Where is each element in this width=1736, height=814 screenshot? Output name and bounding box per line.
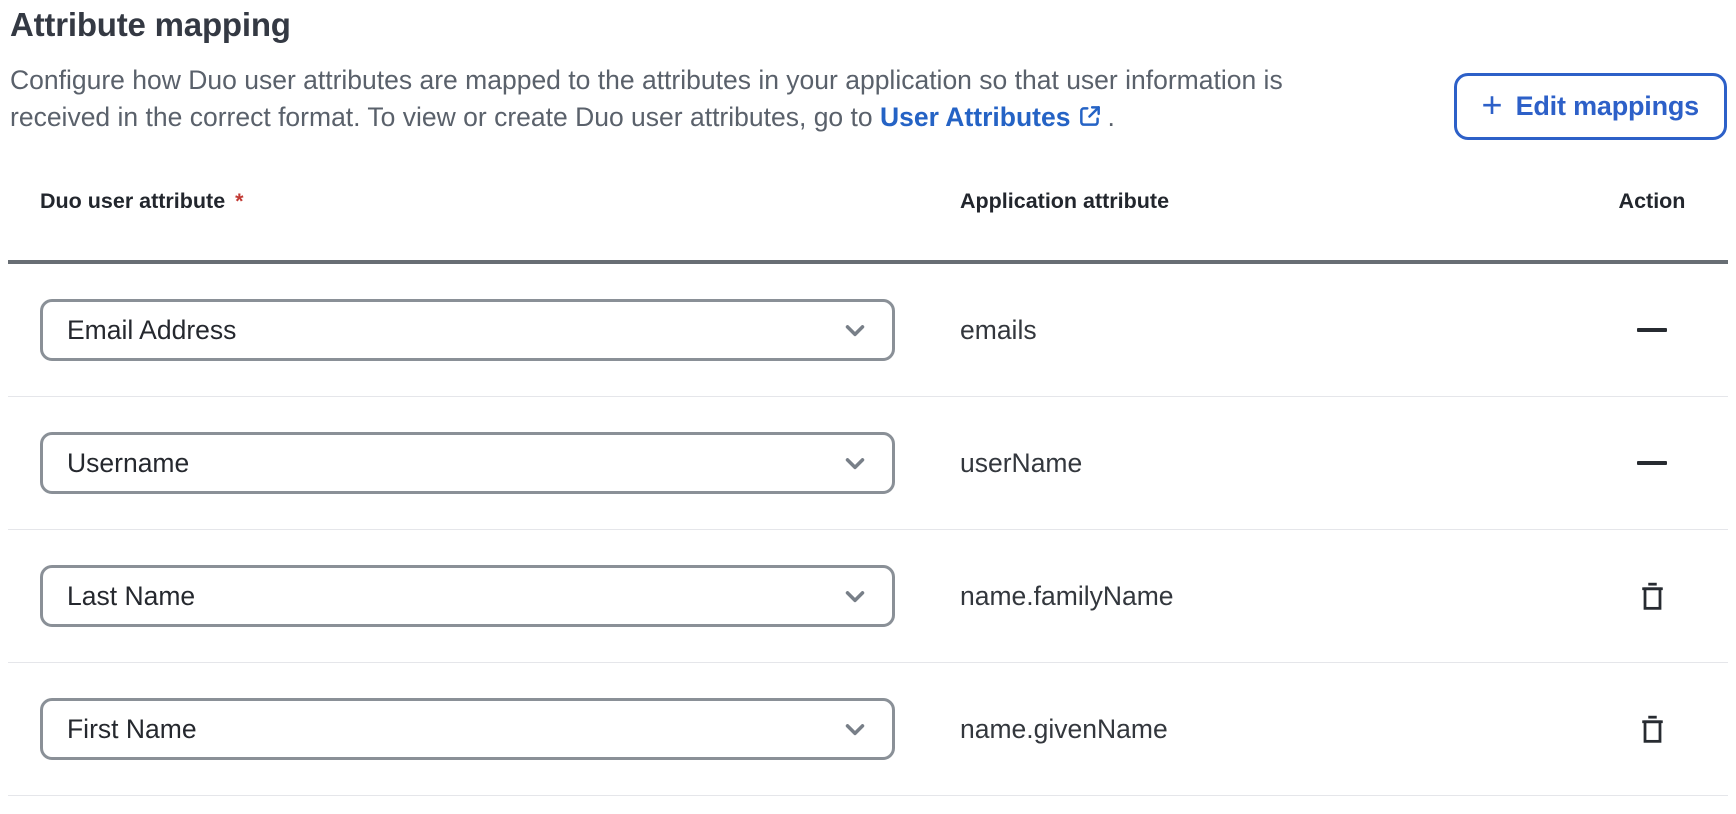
action-cell (1582, 461, 1722, 465)
table-row: Username userName (8, 397, 1728, 530)
duo-attribute-select[interactable]: Username (40, 432, 895, 494)
required-asterisk: * (235, 189, 244, 213)
action-cell (1582, 711, 1722, 748)
trash-icon (1639, 715, 1666, 744)
header-duo-user-attribute: Duo user attribute * (40, 189, 960, 214)
delete-mapping-button[interactable] (1635, 711, 1670, 748)
duo-attribute-cell: Username (40, 432, 960, 494)
application-attribute-value: emails (960, 314, 1037, 345)
action-cell (1582, 578, 1722, 615)
duo-attribute-cell: Last Name (40, 565, 960, 627)
attribute-mapping-table: Duo user attribute * Application attribut… (8, 170, 1728, 796)
edit-mappings-button[interactable]: + Edit mappings (1453, 73, 1727, 140)
table-body: Email Address emails Username userName L… (8, 264, 1728, 796)
duo-attribute-value: Email Address (67, 314, 237, 345)
duo-attribute-select[interactable]: Last Name (40, 565, 895, 627)
duo-attribute-value: Last Name (67, 580, 196, 611)
duo-attribute-value: Username (67, 447, 190, 478)
trash-icon (1639, 582, 1666, 611)
description-line1: Configure how Duo user attributes are ma… (10, 65, 1283, 95)
page-title: Attribute mapping (10, 6, 291, 43)
edit-mappings-label: Edit mappings (1515, 91, 1700, 121)
header-action: Action (1618, 189, 1686, 213)
duo-attribute-cell: Email Address (40, 299, 960, 361)
user-attributes-link[interactable]: User Attributes (880, 102, 1070, 132)
duo-attribute-cell: First Name (40, 698, 960, 760)
description: Configure how Duo user attributes are ma… (10, 62, 1410, 139)
duo-attribute-select[interactable]: Email Address (40, 299, 895, 361)
header-duo-label: Duo user attribute (40, 189, 226, 213)
chevron-down-icon (840, 315, 870, 345)
external-link-icon (1077, 102, 1103, 139)
duo-attribute-value: First Name (67, 713, 197, 744)
chevron-down-icon (840, 581, 870, 611)
application-attribute-value: userName (960, 447, 1083, 478)
action-cell (1582, 328, 1722, 332)
plus-icon: + (1481, 84, 1503, 125)
application-attribute-value: name.familyName (960, 580, 1174, 611)
table-row: Last Name name.familyName (8, 530, 1728, 663)
header-application-attribute: Application attribute (960, 189, 1170, 213)
chevron-down-icon (840, 714, 870, 744)
table-row: First Name name.givenName (8, 663, 1728, 796)
table-header-row: Duo user attribute * Application attribut… (8, 170, 1728, 264)
application-attribute-value: name.givenName (960, 713, 1168, 744)
description-period: . (1107, 102, 1115, 132)
table-row: Email Address emails (8, 264, 1728, 397)
description-line2: received in the correct format. To view … (10, 102, 880, 132)
no-action-dash (1637, 461, 1667, 465)
duo-attribute-select[interactable]: First Name (40, 698, 895, 760)
chevron-down-icon (840, 448, 870, 478)
delete-mapping-button[interactable] (1635, 578, 1670, 615)
no-action-dash (1637, 328, 1667, 332)
